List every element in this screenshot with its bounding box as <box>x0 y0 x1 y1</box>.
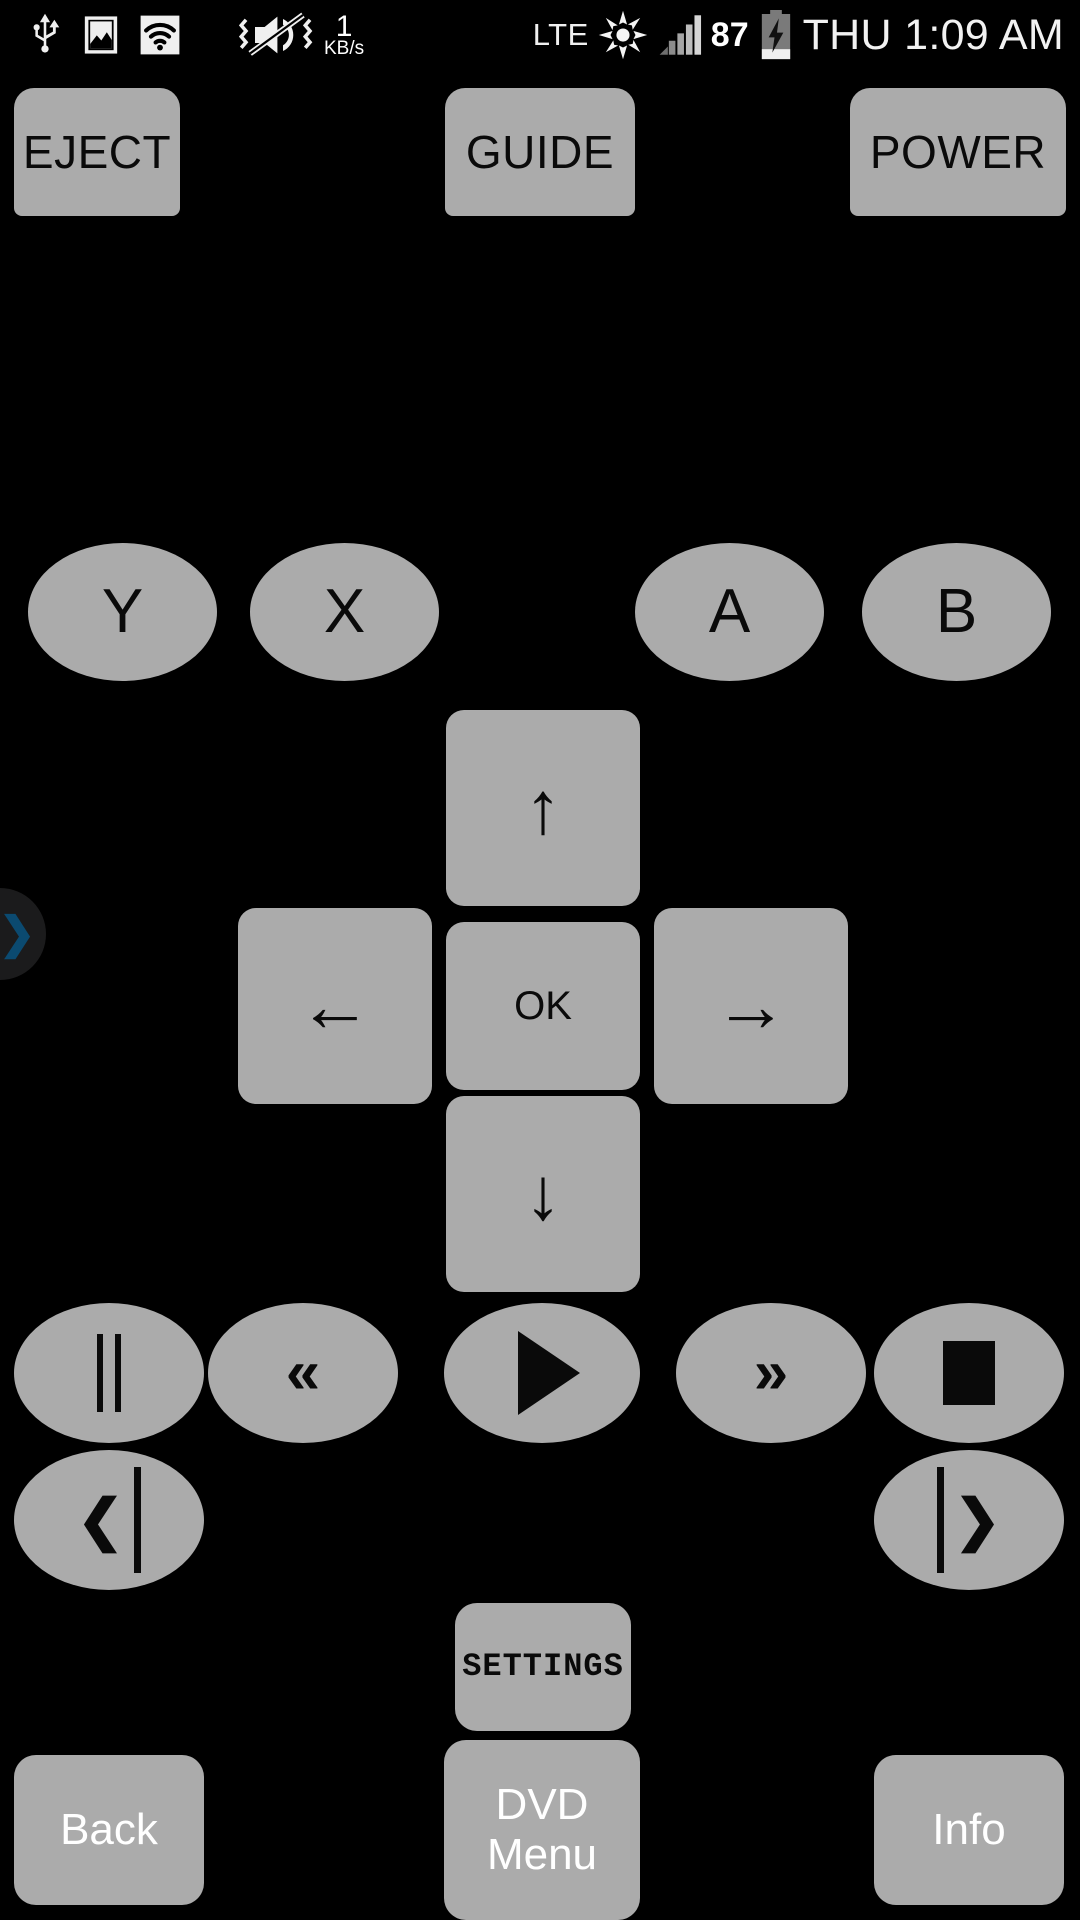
status-bar: 1 KB/s LTE 87 THU 1:09 AM <box>0 0 1080 70</box>
skip-previous-bar <box>133 1467 141 1573</box>
arrow-down-icon: ↓ <box>524 1152 562 1236</box>
stop-button[interactable] <box>874 1303 1064 1443</box>
chevron-right-icon: ❯ <box>0 909 36 958</box>
battery-percent-label: 87 <box>710 15 749 54</box>
dpad-ok-label: OK <box>514 984 572 1028</box>
back-button-label: Back <box>60 1804 158 1854</box>
clock-label: THU 1:09 AM <box>802 10 1064 59</box>
arrow-up-icon: ↑ <box>524 766 562 850</box>
fast-forward-icon: » <box>753 1338 789 1408</box>
screenshot-image-icon <box>72 14 130 56</box>
eject-button-label: EJECT <box>22 125 172 178</box>
info-button-label: Info <box>932 1804 1006 1854</box>
back-button[interactable]: Back <box>14 1755 204 1905</box>
y-button-label: Y <box>101 577 144 647</box>
previous-track-button[interactable]: ❮ <box>14 1450 204 1590</box>
rewind-button[interactable]: « <box>208 1303 398 1443</box>
eject-button[interactable]: EJECT <box>14 88 180 216</box>
arrow-right-icon: → <box>714 964 788 1048</box>
play-icon <box>518 1331 580 1415</box>
a-button[interactable]: A <box>635 543 824 681</box>
x-button[interactable]: X <box>250 543 439 681</box>
rewind-icon: « <box>285 1338 321 1408</box>
skip-previous-icon: ❮ <box>14 1450 204 1590</box>
x-button-label: X <box>323 577 366 647</box>
settings-button-label: SETTINGS <box>462 1648 624 1686</box>
info-button[interactable]: Info <box>874 1755 1064 1905</box>
signal-bars-icon <box>657 13 705 57</box>
guide-button[interactable]: GUIDE <box>445 88 635 216</box>
network-speed-value: 1 <box>335 9 353 43</box>
dpad-right-button[interactable]: → <box>654 908 848 1104</box>
remote-control-app: 1 KB/s LTE 87 THU 1:09 AM ❯ EJECT GUIDE … <box>0 0 1080 1920</box>
a-button-label: A <box>708 577 751 647</box>
battery-charging-icon <box>755 10 797 60</box>
settings-button[interactable]: SETTINGS <box>455 1603 631 1731</box>
dpad-ok-button[interactable]: OK <box>446 922 640 1090</box>
wifi-icon <box>130 14 190 56</box>
skip-previous-chevron: ❮ <box>77 1488 124 1551</box>
stop-icon <box>943 1341 995 1405</box>
power-button-label: POWER <box>869 125 1047 178</box>
network-speed-unit: KB/s <box>324 37 365 59</box>
b-button-label: B <box>935 577 978 647</box>
status-bar-left-icons: 1 KB/s <box>0 9 364 61</box>
usb-icon <box>18 13 72 57</box>
vibrate-mute-icon <box>236 9 322 61</box>
dpad-down-button[interactable]: ↓ <box>446 1096 640 1292</box>
skip-next-chevron: ❯ <box>954 1488 1001 1551</box>
power-button[interactable]: POWER <box>850 88 1066 216</box>
b-button[interactable]: B <box>862 543 1051 681</box>
sun-brightness-icon <box>595 10 651 60</box>
next-track-button[interactable]: ❯ <box>874 1450 1064 1590</box>
network-speed-indicator: 1 KB/s <box>324 9 365 59</box>
play-button[interactable] <box>444 1303 640 1443</box>
arrow-left-icon: ← <box>298 964 372 1048</box>
dpad-up-button[interactable]: ↑ <box>446 710 640 906</box>
y-button[interactable]: Y <box>28 543 217 681</box>
dvd-menu-button[interactable]: DVD Menu <box>444 1740 640 1920</box>
pause-icon <box>97 1334 121 1412</box>
dvd-menu-label-line2: Menu <box>486 1830 598 1879</box>
fast-forward-button[interactable]: » <box>676 1303 866 1443</box>
dpad-left-button[interactable]: ← <box>238 908 432 1104</box>
status-bar-right-icons: LTE 87 THU 1:09 AM <box>533 10 1080 60</box>
dvd-menu-label-line1: DVD <box>495 1779 589 1829</box>
guide-button-label: GUIDE <box>465 125 615 178</box>
edge-drawer-handle[interactable]: ❯ <box>0 888 46 980</box>
skip-next-icon: ❯ <box>874 1450 1064 1590</box>
network-type-label: LTE <box>532 17 589 52</box>
pause-button[interactable] <box>14 1303 204 1443</box>
skip-next-bar <box>937 1467 945 1573</box>
